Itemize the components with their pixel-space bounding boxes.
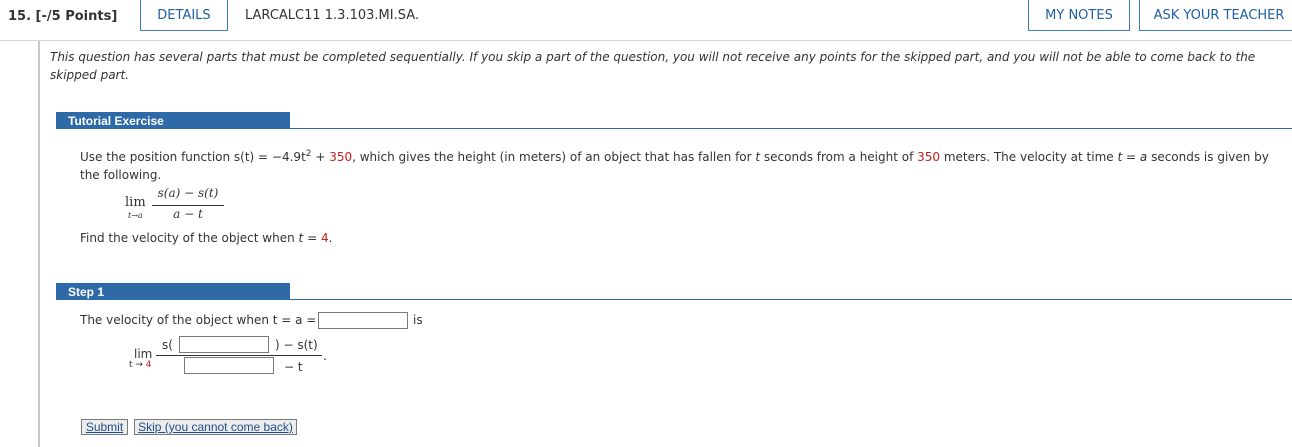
text-part: = — [1122, 150, 1140, 164]
lim-subscript: t→a — [128, 211, 143, 220]
submit-button[interactable]: Submit — [81, 419, 128, 435]
left-border — [38, 41, 40, 447]
text-part: = — [303, 231, 321, 245]
numerator: s(a) − s(t) — [157, 186, 219, 200]
text-part: + — [311, 150, 330, 164]
fraction-line — [156, 355, 322, 356]
details-button[interactable]: DETAILS — [140, 0, 228, 31]
problem-code: LARCALC11 1.3.103.MI.SA. — [245, 8, 420, 23]
fraction-line — [152, 205, 224, 206]
tutorial-title: Tutorial Exercise — [56, 112, 290, 129]
denominator: a − t — [173, 207, 203, 221]
text-part: seconds from a height of — [760, 150, 918, 164]
tutorial-section-bar: Tutorial Exercise — [56, 112, 1292, 129]
text-part: . — [328, 231, 333, 245]
text-part: Find the velocity of the object when — [80, 231, 299, 245]
numerator-input[interactable] — [179, 336, 269, 353]
sequential-notice: This question has several parts that mus… — [50, 50, 1256, 82]
tutorial-text: Use the position function s(t) = −4.9t2 … — [80, 145, 1285, 184]
step1-section-bar: Step 1 — [56, 283, 1292, 300]
step1-title: Step 1 — [56, 283, 290, 300]
value-350: 350 — [329, 150, 353, 164]
lim-sub-var: t → — [129, 360, 146, 370]
my-notes-button[interactable]: MY NOTES — [1028, 0, 1130, 31]
text-part: , which gives the height (in meters) of … — [352, 150, 756, 164]
denominator-tail: − t — [284, 360, 303, 374]
s-open-label: s( — [162, 338, 173, 352]
period: . — [323, 349, 327, 363]
skip-button[interactable]: Skip (you cannot come back) — [134, 419, 297, 435]
ask-teacher-button[interactable]: ASK YOUR TEACHER — [1139, 0, 1292, 31]
lim-subscript: t → 4 — [129, 360, 152, 370]
lim-word: lim — [125, 195, 146, 210]
velocity-a-input[interactable] — [318, 312, 408, 329]
find-velocity-text: Find the velocity of the object when t =… — [80, 231, 332, 245]
text-part: Use the position function s(t) = −4.9t — [80, 150, 306, 164]
lim-word: lim — [134, 347, 153, 361]
numerator-tail: ) − s(t) — [275, 338, 318, 352]
question-number: 15. [-/5 Points] — [8, 9, 118, 24]
step1-prompt: The velocity of the object when t = a = — [80, 313, 317, 327]
denominator-input[interactable] — [184, 357, 274, 374]
lim-sub-value: 4 — [145, 360, 152, 370]
value-4: 4 — [320, 231, 329, 245]
value-350: 350 — [917, 150, 941, 164]
text-part: meters. The velocity at time — [940, 150, 1118, 164]
is-label: is — [413, 313, 423, 327]
question-header: 15. [-/5 Points] DETAILS LARCALC11 1.3.1… — [0, 0, 1292, 41]
